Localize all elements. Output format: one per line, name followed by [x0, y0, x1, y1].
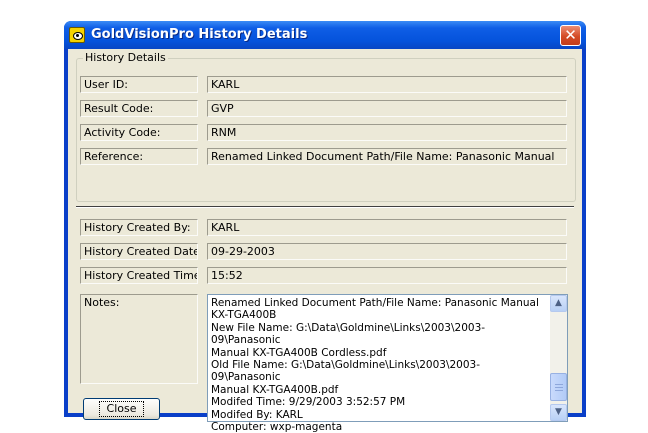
notes-text: Renamed Linked Document Path/File Name: …	[211, 297, 539, 433]
history-created-date-value: 09-29-2003	[207, 243, 567, 260]
history-created-by-label: History Created By:	[80, 219, 198, 236]
window-title: GoldVisionPro History Details	[91, 27, 308, 42]
scroll-up-button[interactable]: ▲	[550, 295, 567, 312]
notes-label: Notes:	[80, 294, 198, 384]
reference-value: Renamed Linked Document Path/File Name: …	[207, 148, 567, 165]
activity-code-value: RNM	[207, 124, 567, 141]
notes-scrollbar[interactable]: ▲ ▼	[550, 295, 567, 421]
history-created-time-label: History Created Time:	[80, 267, 198, 284]
title-bar[interactable]: GoldVisionPro History Details ✕	[64, 21, 586, 49]
user-id-label: User ID:	[80, 76, 198, 93]
result-code-label: Result Code:	[80, 100, 198, 117]
result-code-value: GVP	[207, 100, 567, 117]
section-divider	[76, 206, 574, 208]
history-created-date-label: History Created Date:	[80, 243, 198, 260]
window-close-button[interactable]: ✕	[560, 25, 581, 46]
close-button-label: Close	[98, 401, 145, 417]
goldvisionpro-eye-icon	[69, 27, 85, 43]
activity-code-label: Activity Code:	[80, 124, 198, 141]
group-legend: History Details	[83, 51, 168, 64]
history-created-by-value: KARL	[207, 219, 567, 236]
notes-textarea[interactable]: Renamed Linked Document Path/File Name: …	[207, 294, 568, 433]
history-details-window: GoldVisionPro History Details ✕ History …	[64, 21, 586, 433]
scroll-thumb[interactable]	[550, 373, 567, 401]
user-id-value: KARL	[207, 76, 567, 93]
dialog-client-area: History Details User ID: KARL Result Cod…	[68, 49, 582, 433]
history-created-time-value: 15:52	[207, 267, 567, 284]
scroll-down-button[interactable]: ▼	[550, 404, 567, 421]
close-button[interactable]: Close	[83, 398, 160, 420]
reference-label: Reference:	[80, 148, 198, 165]
